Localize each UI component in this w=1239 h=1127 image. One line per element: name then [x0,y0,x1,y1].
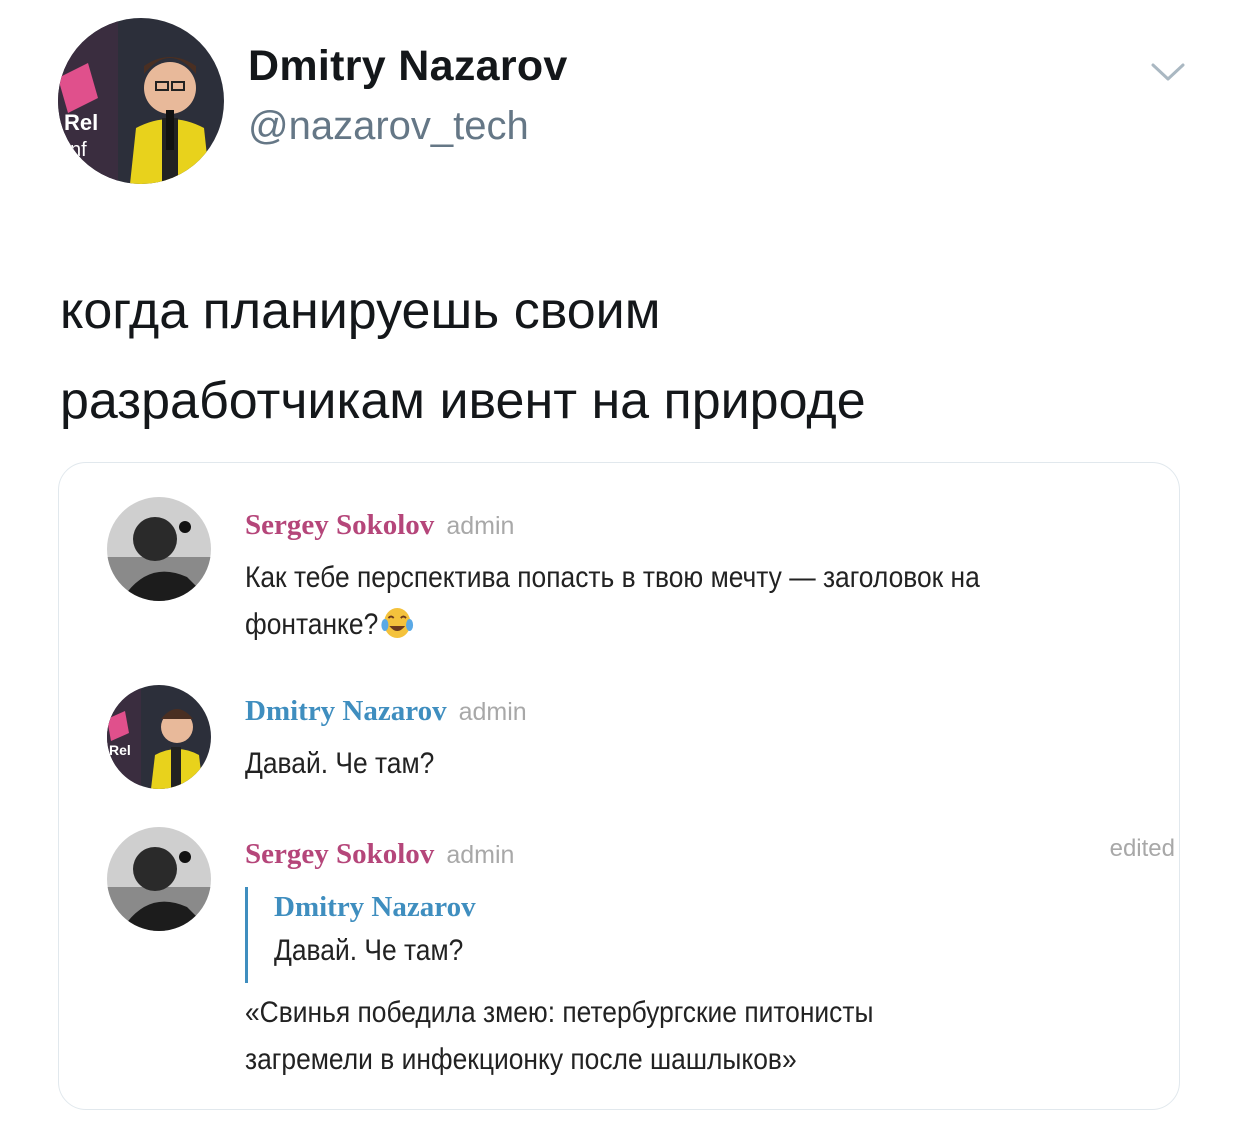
svg-text:nf: nf [70,139,87,161]
tweet-text-line: когда планируешь своим [60,282,661,340]
chat-screenshot-card[interactable]: Sergey Sokolov admin Как тебе перспектива… [58,462,1180,1110]
reply-quote[interactable]: Dmitry Nazarov Давай. Че там? [245,887,489,983]
message-line: фонтанке? [245,601,980,648]
message-text: Как тебе перспектива попасть в твою мечт… [245,554,980,648]
author-avatar[interactable]: Rel nf [58,18,224,184]
sender-role: admin [458,698,527,726]
message-line: «Свинья победила змею: петербургские пит… [245,996,874,1029]
message-sender[interactable]: Dmitry Nazarov admin [245,695,527,728]
tears-of-joy-emoji [381,608,414,638]
svg-text:Rel: Rel [109,742,131,758]
svg-text:Rel: Rel [64,110,98,135]
message-sender[interactable]: Sergey Sokolov admin [245,838,514,871]
sokolov-avatar [107,827,211,931]
edited-label: edited [1109,835,1175,862]
message-line: Как тебе перспектива попасть в твою мечт… [245,561,980,594]
message-text: Давай. Че там? [245,740,434,787]
sender-role: admin [446,512,515,540]
chevron-down-icon[interactable] [1150,60,1186,84]
sokolov-avatar [107,497,211,601]
message-sender[interactable]: Sergey Sokolov admin [245,509,514,542]
sender-name[interactable]: Sergey Sokolov [245,509,434,541]
author-handle[interactable]: @nazarov_tech [248,104,529,149]
message-line: загремели в инфекционку после шашлыков» [245,1043,797,1076]
sender-name[interactable]: Sergey Sokolov [245,838,434,870]
sender-role: admin [446,841,515,869]
quoted-text: Давай. Че там? [274,934,464,967]
nazarov-avatar: Rel [107,685,211,789]
message-text: «Свинья победила змею: петербургские пит… [245,989,873,1083]
message-line: Давай. Че там? [245,747,435,780]
tweet-text-line: разработчикам ивент на природе [60,372,866,430]
quoted-sender: Dmitry Nazarov [274,891,476,923]
sender-name[interactable]: Dmitry Nazarov [245,695,447,727]
tweet-text: когда планируешь своим разработчикам иве… [60,266,1180,446]
author-name[interactable]: Dmitry Nazarov [248,42,568,91]
